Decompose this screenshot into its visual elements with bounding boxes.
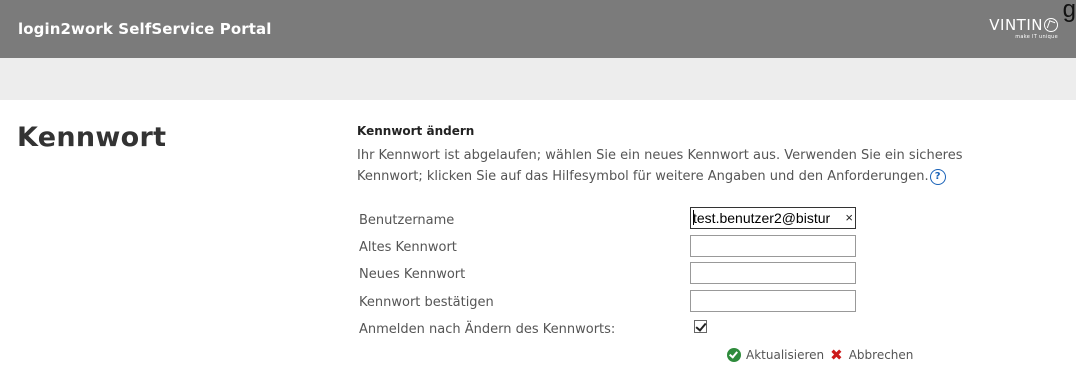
instructions-text: Ihr Kennwort ist abgelaufen; wählen Sie … [357, 145, 977, 187]
help-icon[interactable]: ? [929, 169, 946, 185]
app-title: login2work SelfService Portal [18, 20, 272, 38]
signin-after-change-label: Anmelden nach Ändern des Kennworts: [359, 322, 616, 337]
logo-tagline: make IT unique [1015, 34, 1058, 40]
logo-mark-icon [1044, 18, 1058, 32]
new-password-label: Neues Kennwort [359, 267, 466, 282]
confirm-password-field[interactable] [690, 290, 856, 312]
old-password-field[interactable] [690, 235, 856, 257]
confirm-password-label: Kennwort bestätigen [359, 295, 494, 310]
page-title: Kennwort [17, 122, 167, 153]
signin-after-change-checkbox[interactable] [694, 320, 707, 333]
cross-icon[interactable]: ✖ [830, 346, 843, 364]
username-value: test.benutzer2@bistur [693, 210, 831, 226]
top-header-bar: login2work SelfService Portal VINTIN mak… [0, 0, 1076, 58]
logo-text: VINTIN [989, 16, 1043, 34]
username-label: Benutzername [359, 213, 455, 228]
check-circle-icon[interactable] [727, 348, 741, 362]
old-password-label: Altes Kennwort [359, 240, 457, 255]
overflow-text: g [1062, 0, 1076, 23]
clear-username-icon[interactable]: × [843, 208, 853, 228]
update-button[interactable]: Aktualisieren [746, 348, 824, 362]
sub-navigation-bar [0, 58, 1076, 100]
username-field[interactable]: test.benutzer2@bistur × [690, 207, 856, 229]
vintin-logo: VINTIN make IT unique [989, 15, 1058, 40]
instructions-body: Ihr Kennwort ist abgelaufen; wählen Sie … [357, 148, 963, 184]
cancel-button[interactable]: Abbrechen [849, 348, 914, 362]
section-title: Kennwort ändern [357, 124, 475, 138]
new-password-field[interactable] [690, 262, 856, 284]
form-actions: Aktualisieren ✖ Abbrechen [727, 346, 913, 364]
